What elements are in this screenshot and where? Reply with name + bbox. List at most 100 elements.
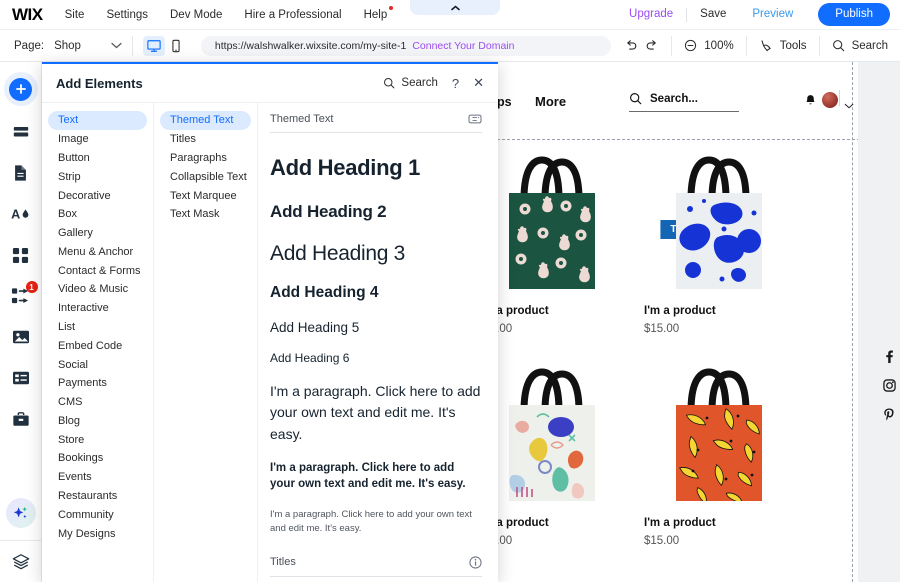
menu-item-hire-a-professional[interactable]: Hire a Professional bbox=[244, 9, 341, 21]
avatar[interactable] bbox=[822, 92, 838, 108]
facebook-icon[interactable] bbox=[883, 350, 896, 368]
pinterest-icon[interactable] bbox=[883, 408, 896, 426]
product-card[interactable]: I'm a product $15.00 bbox=[644, 155, 794, 335]
category-item-events[interactable]: Events bbox=[48, 468, 147, 487]
preview-paragraph-large[interactable]: I'm a paragraph. Click here to add your … bbox=[270, 381, 482, 445]
category-item-text[interactable]: Text bbox=[48, 111, 147, 130]
subcategory-item-text-marquee[interactable]: Text Marquee bbox=[160, 186, 251, 205]
collapse-toolbar-handle[interactable] bbox=[410, 0, 500, 15]
sidebar-item-add-elements[interactable] bbox=[3, 72, 38, 106]
category-item-embed-code[interactable]: Embed Code bbox=[48, 336, 147, 355]
subcategory-item-collapsible-text[interactable]: Collapsible Text bbox=[160, 167, 251, 186]
sidebar-item-site-design[interactable]: A bbox=[2, 199, 40, 229]
page-selector-value[interactable]: Shop bbox=[54, 40, 81, 52]
site-search-box[interactable]: Search... bbox=[629, 92, 739, 112]
category-item-strip[interactable]: Strip bbox=[48, 167, 147, 186]
preview-heading-3[interactable]: Add Heading 3 bbox=[270, 242, 482, 266]
category-item-list[interactable]: List bbox=[48, 318, 147, 337]
category-item-bookings[interactable]: Bookings bbox=[48, 449, 147, 468]
preview-heading-4[interactable]: Add Heading 4 bbox=[270, 284, 482, 302]
panel-help-button[interactable]: ? bbox=[452, 76, 459, 91]
panel-close-button[interactable]: ✕ bbox=[473, 75, 484, 91]
instagram-icon[interactable] bbox=[883, 379, 896, 397]
category-item-cms[interactable]: CMS bbox=[48, 393, 147, 412]
menu-item-site[interactable]: Site bbox=[65, 9, 85, 21]
preview-paragraph-small[interactable]: I'm a paragraph. Click here to add your … bbox=[270, 508, 482, 537]
element-preview-pane[interactable]: Themed Text Add Heading 1 Add Heading 2 … bbox=[258, 103, 498, 582]
preview-paragraph-medium[interactable]: I'm a paragraph. Click here to add your … bbox=[270, 460, 482, 493]
site-nav-item-more[interactable]: More bbox=[535, 94, 566, 109]
save-button[interactable]: Save bbox=[687, 7, 739, 23]
publish-button[interactable]: Publish bbox=[818, 2, 890, 27]
wix-logo[interactable]: WIX bbox=[12, 6, 43, 23]
product-card[interactable]: I'm a product $15.00 bbox=[477, 155, 627, 335]
panel-search-button[interactable]: Search bbox=[383, 77, 438, 89]
canvas-right-gutter bbox=[858, 62, 900, 582]
redo-button[interactable] bbox=[645, 39, 659, 53]
product-card[interactable]: I'm a product $15.00 bbox=[644, 367, 794, 547]
category-item-social[interactable]: Social bbox=[48, 355, 147, 374]
zoom-control[interactable]: 100% bbox=[672, 35, 745, 57]
subcategory-list[interactable]: Themed Text Titles Paragraphs Collapsibl… bbox=[154, 103, 258, 582]
tools-button[interactable]: Tools bbox=[747, 35, 819, 57]
category-item-image[interactable]: Image bbox=[48, 130, 147, 149]
sidebar-item-layers[interactable] bbox=[0, 540, 41, 582]
product-card[interactable]: I'm a product $15.00 bbox=[477, 367, 627, 547]
subcategory-item-text-mask[interactable]: Text Mask bbox=[160, 205, 251, 224]
sidebar-item-business-tools[interactable] bbox=[2, 404, 40, 434]
sidebar-item-content-manager[interactable] bbox=[2, 363, 40, 393]
page-label: Page: bbox=[14, 39, 45, 52]
info-icon[interactable] bbox=[469, 556, 482, 569]
sidebar-item-sections[interactable] bbox=[2, 117, 40, 147]
notifications-button[interactable] bbox=[804, 94, 817, 113]
upgrade-link[interactable]: Upgrade bbox=[616, 7, 686, 23]
menu-item-help[interactable]: Help bbox=[364, 5, 394, 21]
subcategory-item-paragraphs[interactable]: Paragraphs bbox=[160, 149, 251, 168]
bag-body bbox=[509, 193, 595, 289]
preview-heading-5[interactable]: Add Heading 5 bbox=[270, 320, 482, 335]
account-menu-chevron[interactable] bbox=[844, 96, 854, 114]
undo-button[interactable] bbox=[624, 39, 638, 53]
subcategory-item-themed-text[interactable]: Themed Text bbox=[160, 111, 251, 130]
sidebar-item-ai-assistant[interactable] bbox=[5, 498, 36, 528]
preview-heading-6[interactable]: Add Heading 6 bbox=[270, 351, 482, 365]
category-item-box[interactable]: Box bbox=[48, 205, 147, 224]
category-item-video-and-music[interactable]: Video & Music bbox=[48, 280, 147, 299]
category-item-decorative[interactable]: Decorative bbox=[48, 186, 147, 205]
category-item-my-designs[interactable]: My Designs bbox=[48, 524, 147, 543]
panel-body: Text Image Button Strip Decorative Box G… bbox=[42, 103, 498, 582]
desktop-icon bbox=[147, 39, 161, 52]
mobile-view-button[interactable] bbox=[165, 36, 187, 56]
category-item-payments[interactable]: Payments bbox=[48, 374, 147, 393]
category-item-button[interactable]: Button bbox=[48, 149, 147, 168]
panel-search-label: Search bbox=[401, 77, 438, 89]
desktop-view-button[interactable] bbox=[142, 35, 165, 56]
sidebar-item-integrations[interactable]: 1 bbox=[2, 281, 40, 311]
preview-button[interactable]: Preview bbox=[739, 7, 806, 23]
sidebar-item-pages[interactable] bbox=[2, 158, 40, 188]
menu-item-dev-mode[interactable]: Dev Mode bbox=[170, 9, 222, 21]
preview-heading-2[interactable]: Add Heading 2 bbox=[270, 202, 482, 222]
preview-heading-1[interactable]: Add Heading 1 bbox=[270, 155, 482, 181]
category-item-menu-and-anchor[interactable]: Menu & Anchor bbox=[48, 242, 147, 261]
panel-header-actions: Search ? ✕ bbox=[383, 75, 484, 91]
switch-theme-icon[interactable] bbox=[468, 113, 482, 125]
site-url-bar[interactable]: https://walshwalker.wixsite.com/my-site-… bbox=[200, 35, 611, 56]
menu-item-settings[interactable]: Settings bbox=[106, 9, 148, 21]
category-item-community[interactable]: Community bbox=[48, 505, 147, 524]
category-item-interactive[interactable]: Interactive bbox=[48, 299, 147, 318]
subcategory-item-titles[interactable]: Titles bbox=[160, 130, 251, 149]
editor-search-button[interactable]: Search bbox=[820, 35, 900, 57]
category-item-contact-and-forms[interactable]: Contact & Forms bbox=[48, 261, 147, 280]
connect-domain-link[interactable]: Connect Your Domain bbox=[412, 40, 514, 52]
site-nav-item-clipped[interactable]: ps bbox=[497, 95, 512, 109]
category-item-gallery[interactable]: Gallery bbox=[48, 224, 147, 243]
sidebar-item-media[interactable] bbox=[2, 322, 40, 352]
category-item-restaurants[interactable]: Restaurants bbox=[48, 487, 147, 506]
layers-icon bbox=[12, 554, 29, 570]
category-item-store[interactable]: Store bbox=[48, 430, 147, 449]
sidebar-item-apps[interactable] bbox=[2, 240, 40, 270]
category-list[interactable]: Text Image Button Strip Decorative Box G… bbox=[42, 103, 154, 582]
category-item-blog[interactable]: Blog bbox=[48, 412, 147, 431]
page-selector-chevron[interactable] bbox=[111, 42, 122, 49]
